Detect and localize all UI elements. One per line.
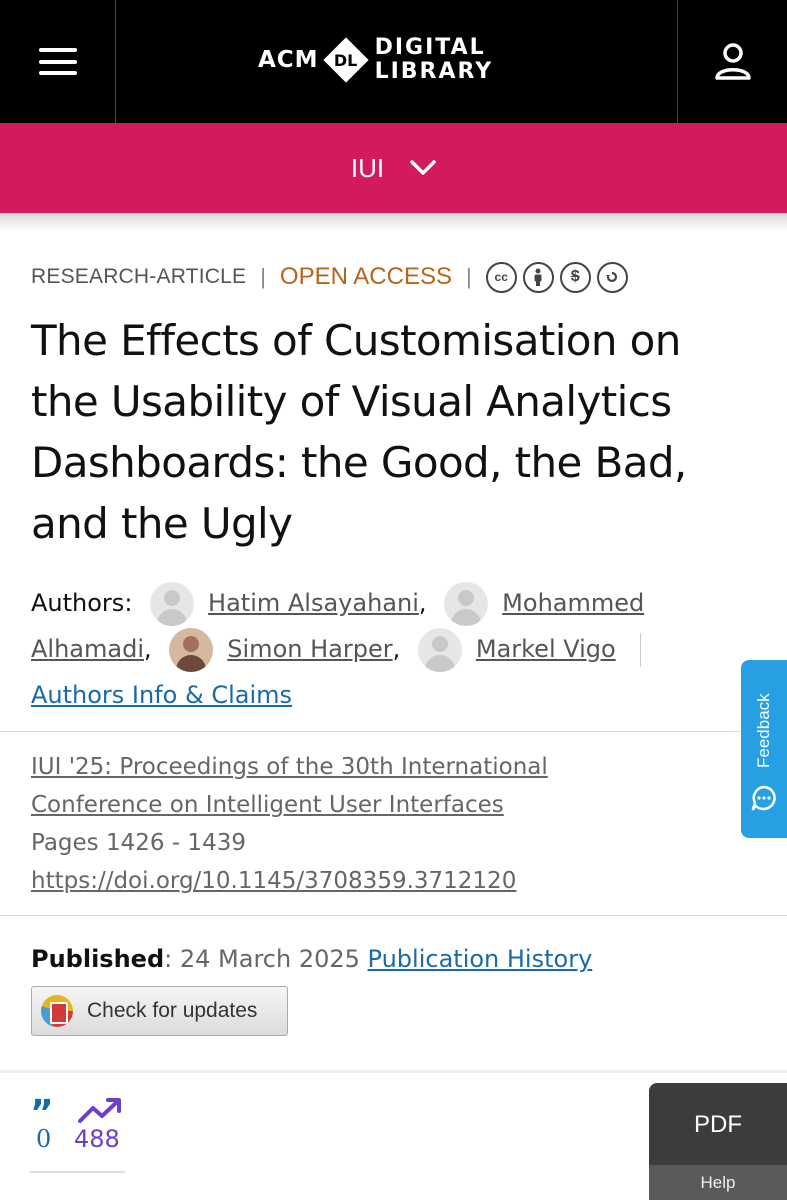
proceedings-info: IUI '25: Proceedings of the 30th Interna… [31,748,671,900]
nc-icon: $ [559,261,591,293]
article-meta-row: RESEARCH-ARTICLE | OPEN ACCESS | cc $ [31,260,628,294]
logo-library-text: LIBRARY [374,59,494,84]
acm-dl-logo[interactable]: ACM DL DIGITAL LIBRARY [258,30,493,90]
quote-icon: ” [30,1093,54,1134]
help-button[interactable]: Help [649,1165,787,1200]
by-icon [522,261,554,293]
downloads-count: 488 [74,1125,120,1153]
header-shadow [0,213,787,231]
dl-diamond-icon: DL [322,37,369,83]
conference-selector[interactable]: IUI [0,123,787,213]
authors-list: Authors: Hatim Alsayahani, Mohammed Alha… [31,580,691,718]
divider [0,1070,787,1073]
help-label: Help [700,1172,736,1192]
logo-dl-text: DL [333,50,358,70]
user-icon [714,42,751,80]
top-header: ACM DL DIGITAL LIBRARY [0,0,787,123]
chevron-down-icon [410,160,436,175]
citations-count: 0 [36,1125,52,1153]
open-access-badge[interactable]: OPEN ACCESS [280,263,452,291]
feedback-tab[interactable]: Feedback [741,660,787,838]
license-icons[interactable]: cc $ [485,261,628,293]
menu-button[interactable] [0,0,116,123]
divider [639,633,641,667]
logo-digital-text: DIGITAL [374,35,486,60]
trending-up-icon [78,1098,121,1123]
sa-icon [596,261,628,293]
crossmark-icon [41,995,73,1027]
authors-info-link[interactable]: Authors Info & Claims [31,681,292,709]
meta-separator: | [260,264,266,289]
article-metrics[interactable]: ” 0 488 [30,1095,125,1173]
authors-label: Authors [31,589,125,617]
published-info: Published: 24 March 2025 Publication His… [31,945,593,973]
check-for-updates-button[interactable]: Check for updates [31,986,288,1036]
pages-text: Pages 1426 - 1439 [31,830,246,856]
published-label: Published [31,945,165,973]
avatar [417,628,462,672]
publication-history-link[interactable]: Publication History [368,945,593,973]
divider [0,731,787,732]
article-type: RESEARCH-ARTICLE [31,265,247,288]
avatar [444,582,489,626]
logo-acm-text: ACM [258,47,319,73]
cc-icon: cc [485,261,517,293]
article-title: The Effects of Customisation on the Usab… [31,316,687,548]
user-account-button[interactable] [677,0,787,123]
avatar [150,582,195,626]
meta-separator: | [465,264,472,289]
check-for-updates-label: Check for updates [87,999,258,1022]
author-link[interactable]: Markel Vigo [476,635,616,663]
pdf-label: PDF [694,1111,742,1138]
author-link[interactable]: Simon Harper [227,635,392,663]
chat-bubble-icon [751,785,776,811]
doi-link[interactable]: https://doi.org/10.1145/3708359.3712120 [31,868,516,894]
divider [0,915,787,916]
author-link[interactable]: Hatim Alsayahani [208,589,419,617]
published-date: 24 March 2025 [179,945,360,973]
feedback-label: Feedback [754,693,773,768]
proceedings-link[interactable]: IUI '25: Proceedings of the 30th Interna… [31,754,548,818]
conference-label: IUI [350,152,385,183]
avatar [169,628,214,672]
hamburger-icon [38,48,77,75]
